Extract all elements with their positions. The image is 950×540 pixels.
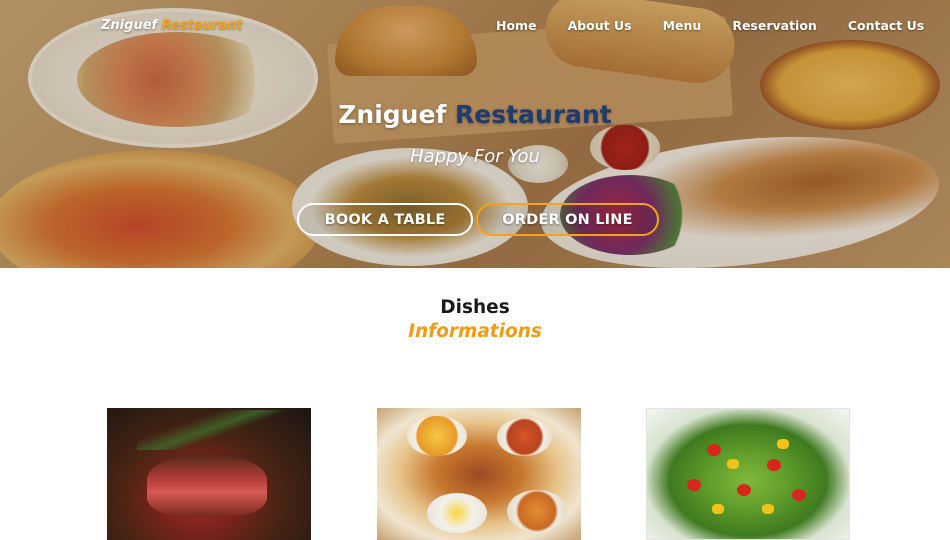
main-nav: Home About Us Menu Reservation Contact U… — [496, 18, 924, 33]
dish-card-salad[interactable] — [646, 408, 850, 540]
nav-reservation[interactable]: Reservation — [732, 18, 817, 33]
book-a-table-button[interactable]: BOOK A TABLE — [297, 203, 473, 236]
dish-card-steak[interactable] — [107, 408, 311, 540]
logo-accent-text: Restaurant — [161, 18, 243, 33]
nav-menu[interactable]: Menu — [663, 18, 702, 33]
nav-home[interactable]: Home — [496, 18, 537, 33]
section-title: Dishes — [440, 297, 510, 318]
site-logo[interactable]: Zniguef Restaurant — [101, 18, 243, 33]
dish-card-mixed[interactable] — [377, 408, 581, 540]
logo-main-text: Zniguef — [101, 18, 158, 33]
nav-about-us[interactable]: About Us — [568, 18, 632, 33]
hero-banner: Zniguef Restaurant Home About Us Menu Re… — [0, 0, 950, 268]
order-online-button[interactable]: ORDER ON LINE — [476, 203, 659, 236]
section-subtitle: Informations — [408, 321, 542, 342]
hero-title-accent: Restaurant — [455, 100, 612, 129]
nav-contact-us[interactable]: Contact Us — [848, 18, 924, 33]
hero-title-main: Zniguef — [338, 100, 447, 129]
hero-title: Zniguef Restaurant — [0, 100, 950, 129]
hero-subtitle: Happy For You — [410, 146, 540, 167]
